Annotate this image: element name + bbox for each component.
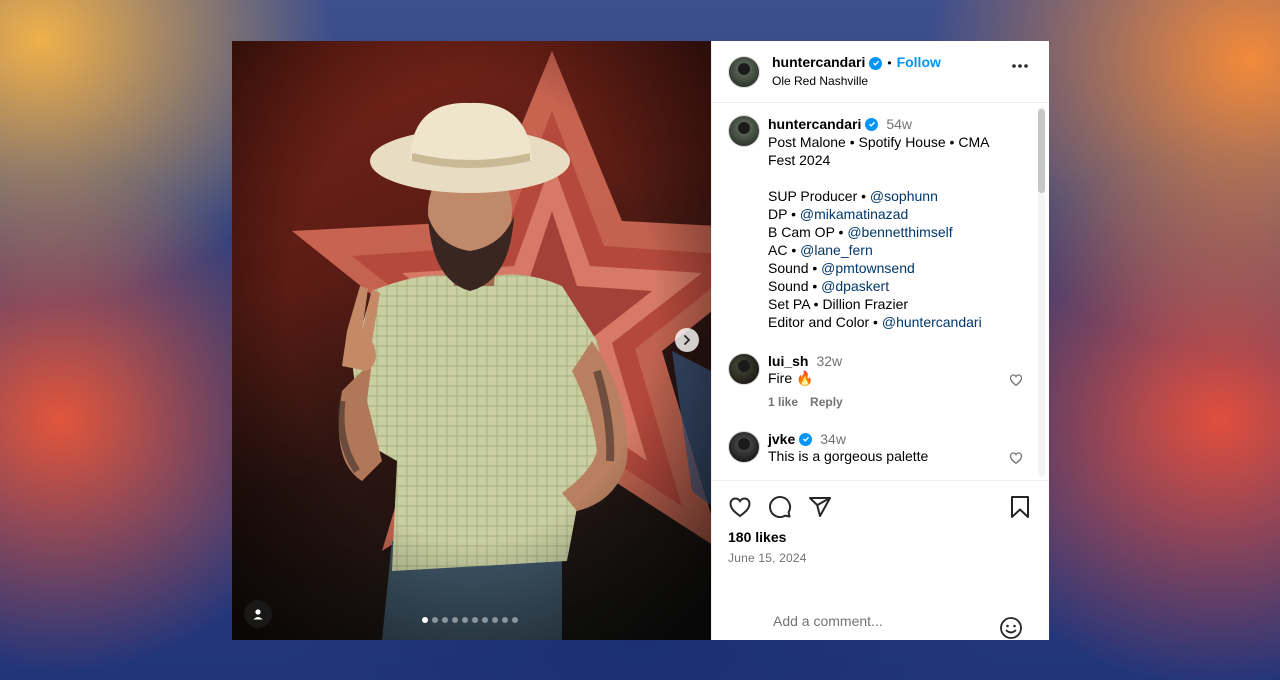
credit-mention-link[interactable]: @dpaskert xyxy=(821,278,889,294)
caption-title: Post Malone • Spotify House • CMA xyxy=(768,134,990,150)
credit-line: B Cam OP • @bennetthimself xyxy=(768,223,1018,241)
credit-mention-link[interactable]: @sophunn xyxy=(870,188,938,204)
comment-heart-icon[interactable] xyxy=(1009,373,1023,387)
credit-line: Set PA • Dillion Frazier xyxy=(768,295,1018,313)
comment-item: lui_sh 32w Fire 🔥 1 like Reply xyxy=(728,353,1033,409)
heart-icon xyxy=(729,497,751,518)
credit-line: Editor and Color • @huntercandari xyxy=(768,313,1018,331)
add-comment-input[interactable] xyxy=(773,612,973,629)
bookmark-icon[interactable] xyxy=(1009,495,1031,519)
user-tag-icon xyxy=(253,609,263,620)
comment-likes[interactable]: 1 like xyxy=(768,395,798,409)
separator-bullet: • xyxy=(887,55,892,70)
credit-mention-link[interactable]: @bennetthimself xyxy=(847,224,952,240)
credit-role: Sound • xyxy=(768,260,818,276)
verified-badge-icon xyxy=(799,432,813,446)
carousel-dot xyxy=(462,617,468,623)
carousel-dot xyxy=(502,617,508,623)
comments-section[interactable]: huntercandari 54w Post Malone • Spotify … xyxy=(712,103,1049,481)
credit-line: Sound • @dpaskert xyxy=(768,277,1018,295)
comment-list: lui_sh 32w Fire 🔥 1 like Reply jvke 34w This is… xyxy=(728,353,1033,465)
comments-scrollbar[interactable] xyxy=(1038,107,1045,477)
post-modal: huntercandari • Follow Ole Red Nashville xyxy=(232,41,1049,640)
credit-role: Set PA • Dillion Frazier xyxy=(768,296,909,312)
like-button[interactable] xyxy=(728,495,752,519)
credit-mention-link[interactable]: @pmtownsend xyxy=(821,260,915,276)
verified-badge-icon xyxy=(869,56,883,70)
credit-mention-link[interactable]: @huntercandari xyxy=(882,314,982,330)
commenter-username[interactable]: lui_sh xyxy=(768,353,808,369)
post-caption: huntercandari 54w Post Malone • Spotify … xyxy=(728,115,1033,331)
likes-count[interactable]: 180 likes xyxy=(728,529,1033,545)
post-actions: 180 likes June 15, 2024 xyxy=(712,481,1049,601)
credit-role: B Cam OP • xyxy=(768,224,844,240)
carousel-next-button[interactable] xyxy=(675,328,699,352)
more-horizontal-icon[interactable] xyxy=(1011,63,1029,69)
carousel-dot xyxy=(452,617,458,623)
user-tags-button[interactable] xyxy=(244,600,272,628)
credit-line: DP • @mikamatinazad xyxy=(768,205,1018,223)
carousel-dot xyxy=(432,617,438,623)
credit-line: AC • @lane_fern xyxy=(768,241,1018,259)
credit-mention-link[interactable]: @lane_fern xyxy=(800,242,873,258)
paper-plane-icon xyxy=(809,497,831,517)
post-date: June 15, 2024 xyxy=(728,551,807,565)
commenter-username[interactable]: jvke xyxy=(768,431,795,447)
post-media[interactable] xyxy=(232,41,711,640)
credits-list: SUP Producer • @sophunn DP • @mikamatinaz… xyxy=(768,187,1018,331)
caption-avatar[interactable] xyxy=(728,115,760,147)
author-avatar[interactable] xyxy=(728,55,760,88)
carousel-dot xyxy=(492,617,498,623)
scrollbar-thumb[interactable] xyxy=(1038,109,1045,193)
commenter-avatar[interactable] xyxy=(728,431,760,463)
credit-mention-link[interactable]: @mikamatinazad xyxy=(800,206,908,222)
post-location[interactable]: Ole Red Nashville xyxy=(772,74,941,89)
credit-role: SUP Producer • xyxy=(768,188,867,204)
reply-button[interactable]: Reply xyxy=(810,395,843,409)
comment-text: Fire 🔥 xyxy=(768,370,814,386)
carousel-dot xyxy=(472,617,478,623)
credit-line: Sound • @pmtownsend xyxy=(768,259,1018,277)
comment-text: This is a gorgeous palette xyxy=(768,448,929,464)
credit-role: Sound • xyxy=(768,278,818,294)
caption-title-cont: Fest 2024 xyxy=(768,152,831,168)
post-header: huntercandari • Follow Ole Red Nashville xyxy=(712,41,1049,103)
caption-time: 54w xyxy=(886,116,913,132)
carousel-dot xyxy=(442,617,448,623)
comment-time: 34w xyxy=(820,431,846,447)
photo-subject xyxy=(232,41,711,640)
share-button[interactable] xyxy=(808,495,832,519)
author-username[interactable]: huntercandari xyxy=(772,54,865,72)
follow-button[interactable]: Follow xyxy=(897,54,941,72)
credit-line: SUP Producer • @sophunn xyxy=(768,187,1018,205)
chevron-right-icon xyxy=(684,335,691,345)
comment-time: 32w xyxy=(816,353,843,369)
smiley-icon[interactable] xyxy=(999,616,1023,640)
credit-role: Editor and Color • xyxy=(768,314,878,330)
carousel-dot xyxy=(512,617,518,623)
comment-heart-icon[interactable] xyxy=(1009,451,1023,465)
commenter-avatar[interactable] xyxy=(728,353,760,385)
credit-role: AC • xyxy=(768,242,797,258)
carousel-dot xyxy=(482,617,488,623)
caption-username[interactable]: huntercandari xyxy=(768,115,861,133)
comment-item: jvke 34w This is a gorgeous palette xyxy=(728,431,1033,465)
comment-icon xyxy=(769,496,792,519)
carousel-indicators xyxy=(422,617,518,623)
carousel-dot xyxy=(422,617,428,623)
post-details-panel: huntercandari • Follow Ole Red Nashville xyxy=(711,41,1049,640)
comment-composer xyxy=(712,601,1049,640)
comment-button[interactable] xyxy=(768,495,792,519)
verified-badge-icon xyxy=(865,117,879,131)
credit-role: DP • xyxy=(768,206,796,222)
